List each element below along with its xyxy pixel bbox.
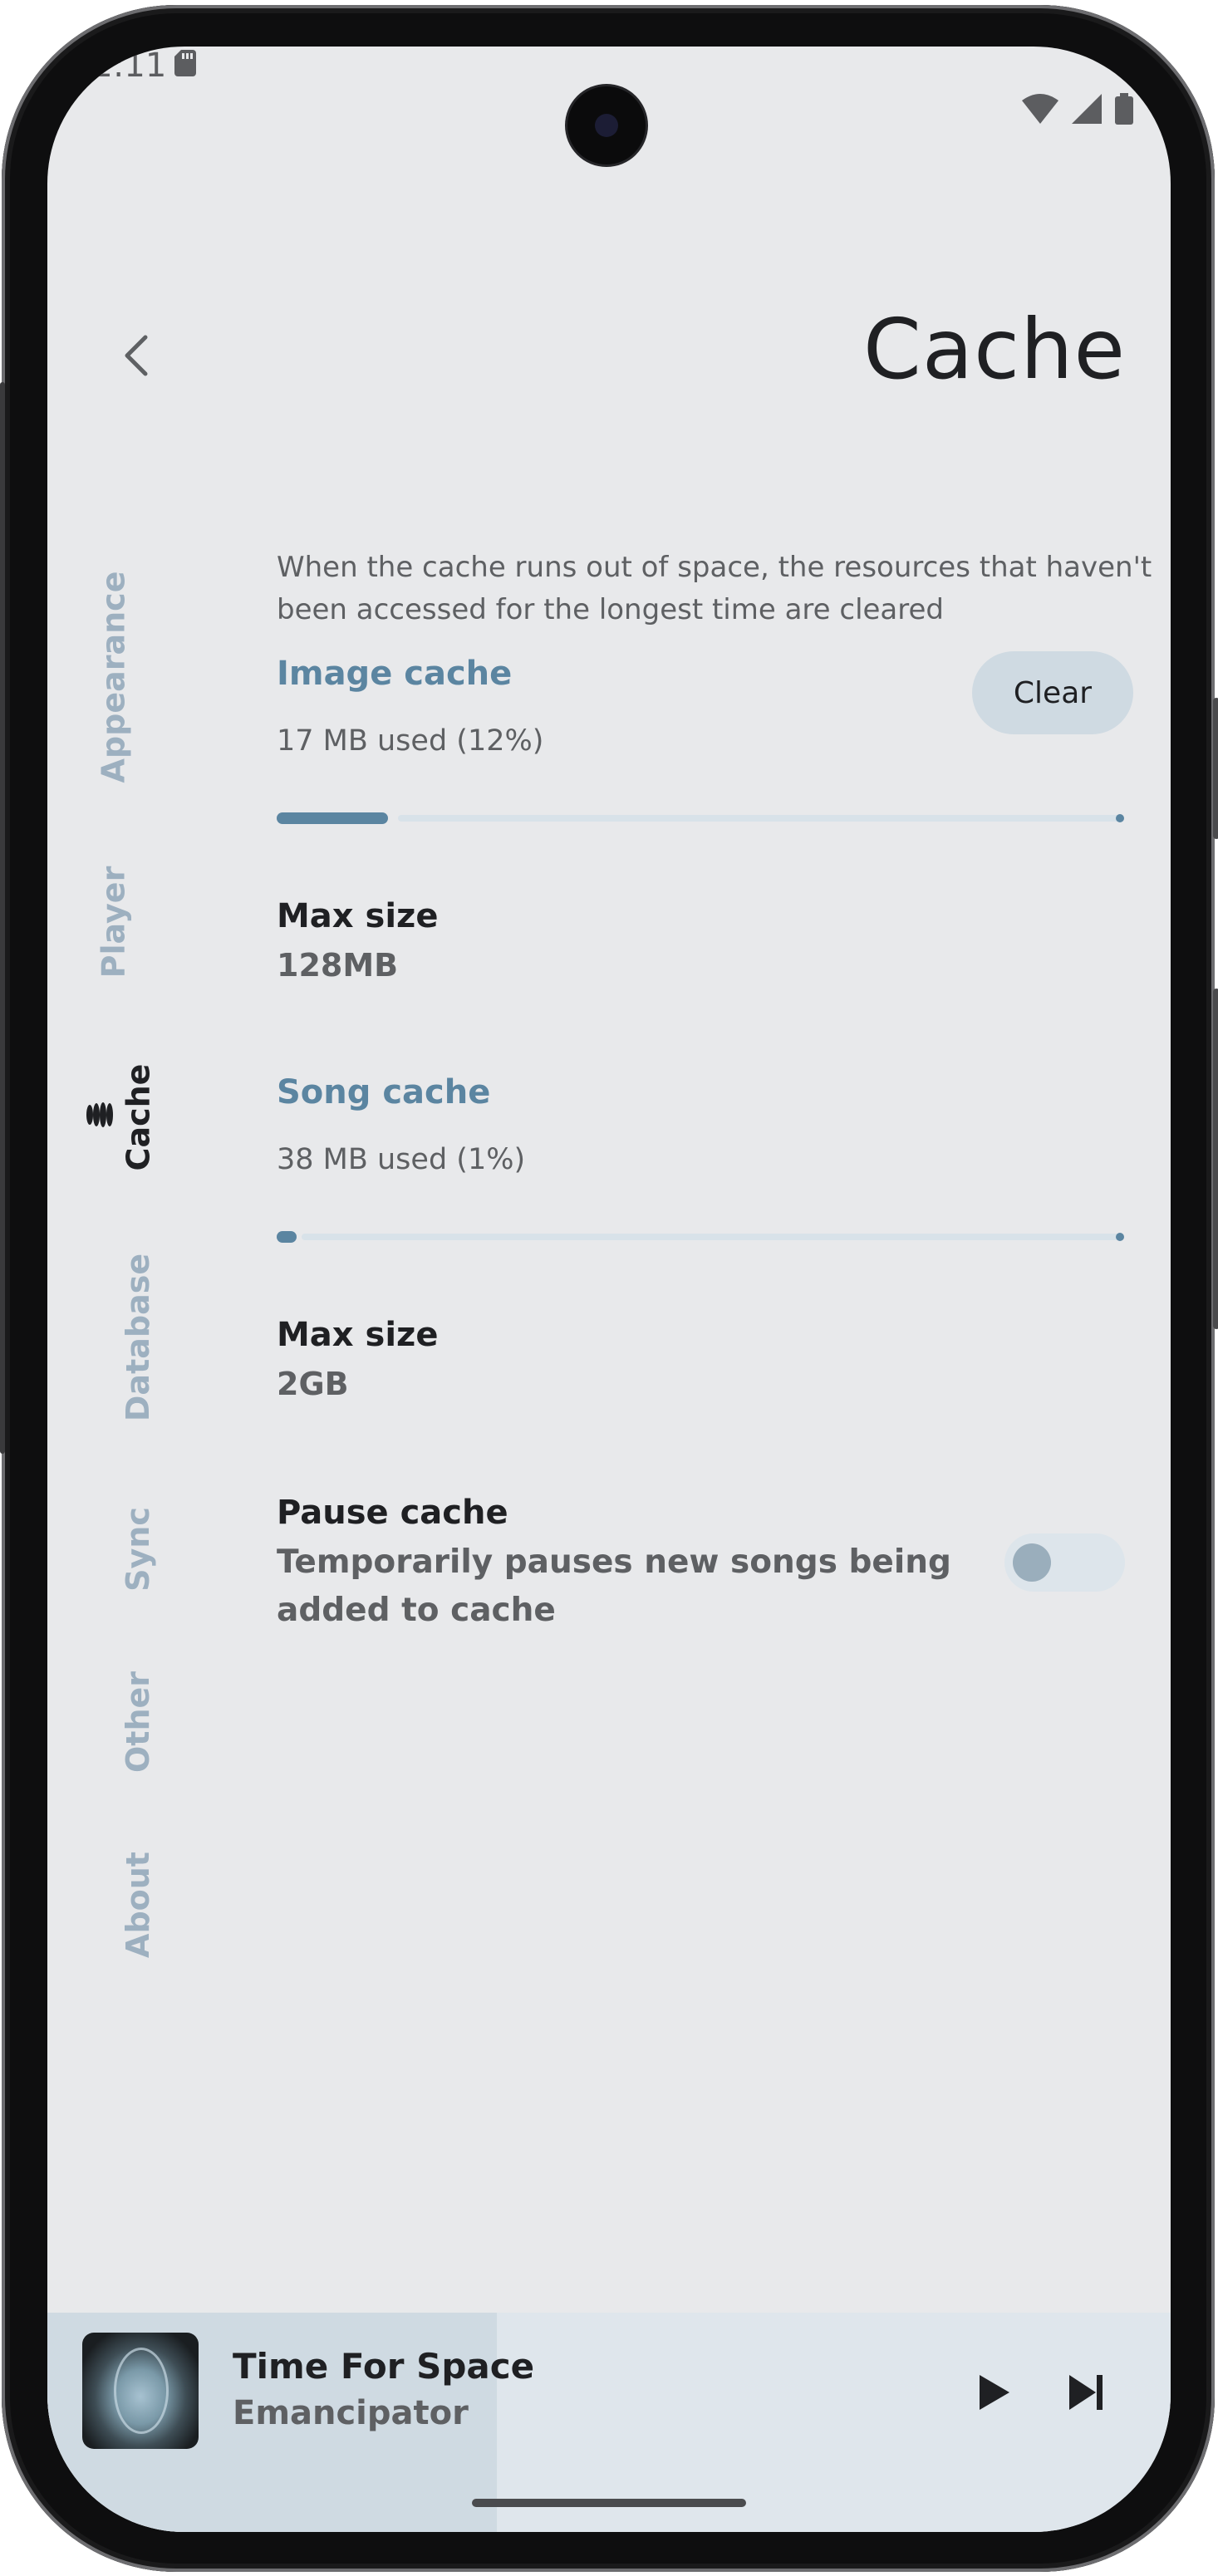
play-button[interactable] (961, 2359, 1028, 2426)
nav-item-label: Other (120, 1671, 157, 1773)
progress-track (302, 1234, 1124, 1240)
clear-image-cache-button[interactable]: Clear (972, 651, 1133, 734)
skip-next-icon (1069, 2375, 1103, 2410)
nav-item-database[interactable]: Database (113, 1250, 163, 1425)
nav-item-cache[interactable]: Cache (113, 1055, 163, 1180)
nav-item-label: Appearance (95, 571, 131, 783)
pause-cache-toggle[interactable] (1004, 1533, 1125, 1592)
status-time: 12:11 (71, 47, 167, 85)
status-icons (1022, 93, 1133, 125)
nav-item-label: Sync (120, 1507, 156, 1592)
chevron-left-icon (125, 335, 148, 376)
page-title: Cache (863, 301, 1126, 398)
play-icon (980, 2375, 1009, 2410)
song-cache-usage: 38 MB used (1%) (277, 1143, 526, 1176)
left-side-button (0, 382, 5, 1454)
sd-card-icon (174, 50, 196, 76)
nav-item-label: Cache (120, 1063, 157, 1171)
setting-value: 128MB (277, 947, 399, 984)
album-art (82, 2333, 199, 2449)
volume-button (1213, 989, 1218, 1329)
nav-item-label: Player (95, 866, 132, 979)
toggle-thumb (1013, 1543, 1051, 1582)
skip-next-button[interactable] (1053, 2359, 1119, 2426)
wifi-icon (1022, 94, 1058, 124)
image-cache-progress (277, 812, 1124, 824)
setting-description: Temporarily pauses new songs being added… (277, 1543, 951, 1629)
nav-item-label: About (120, 1851, 156, 1958)
front-camera (567, 86, 646, 164)
progress-end-dot (1116, 1233, 1124, 1241)
song-cache-progress (277, 1231, 1124, 1243)
progress-fill (277, 1231, 297, 1243)
song-artist: Emancipator (233, 2394, 469, 2432)
image-cache-label: Image cache (277, 655, 513, 693)
nav-item-other[interactable]: Other (113, 1670, 163, 1774)
cellular-signal-icon (1072, 94, 1102, 124)
progress-end-dot (1116, 814, 1124, 822)
nav-item-about[interactable]: About (113, 1848, 163, 1960)
cache-indicator-icon (86, 1102, 113, 1127)
image-cache-usage: 17 MB used (12%) (277, 724, 544, 758)
back-button[interactable] (104, 322, 170, 389)
progress-track (398, 815, 1124, 822)
setting-value: 2GB (277, 1366, 349, 1402)
screen: 12:11 Cache Appearance Player Cache Data… (47, 47, 1171, 2532)
nav-item-label: Database (120, 1253, 157, 1422)
setting-title: Pause cache (277, 1494, 508, 1532)
song-cache-label: Song cache (277, 1073, 491, 1111)
setting-title: Max size (277, 1316, 439, 1354)
power-button (1213, 698, 1218, 839)
cache-hint-text: When the cache runs out of space, the re… (277, 551, 1152, 626)
nav-item-appearance[interactable]: Appearance (88, 565, 138, 789)
nav-item-sync[interactable]: Sync (113, 1504, 163, 1595)
nav-item-player[interactable]: Player (88, 864, 138, 980)
song-title: Time For Space (233, 2346, 535, 2387)
battery-icon (1115, 93, 1133, 125)
album-art-fingerprint (114, 2348, 169, 2434)
setting-title: Max size (277, 897, 439, 935)
home-indicator[interactable] (472, 2499, 746, 2507)
progress-fill (277, 812, 388, 824)
